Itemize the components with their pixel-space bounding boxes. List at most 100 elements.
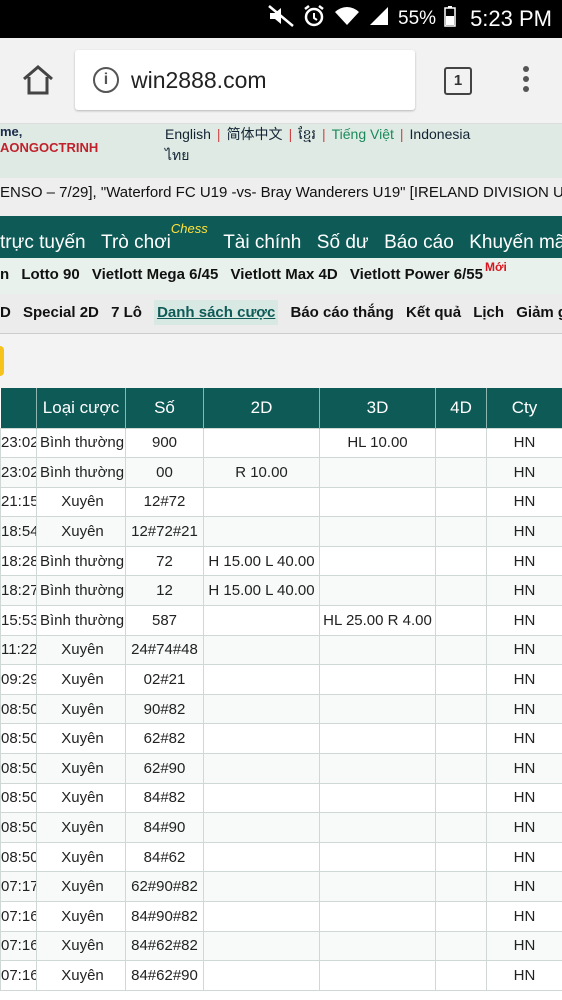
- bet-4d-cell: [435, 575, 487, 607]
- tab-switcher-button[interactable]: 1: [444, 67, 472, 95]
- bet-type-cell: Xuyên: [36, 901, 126, 932]
- bet-4d-cell: [435, 634, 487, 666]
- nav-reports[interactable]: Báo cáo: [384, 232, 454, 253]
- bet-type-cell: Bình thường: [36, 575, 126, 607]
- subnav2-win-report[interactable]: Báo cáo thắng: [291, 304, 394, 321]
- bet-4d-cell: [435, 841, 487, 873]
- lang-khmer[interactable]: ខ្មែរ: [298, 126, 316, 142]
- subnav2-bet-list[interactable]: Danh sách cược: [154, 300, 279, 325]
- lang-chinese[interactable]: 简体中文: [227, 126, 283, 142]
- time-cell: 18:28: [0, 545, 37, 577]
- signal-icon: [368, 5, 390, 33]
- android-status-bar: 55% 5:23 PM: [0, 0, 562, 38]
- lang-thai[interactable]: ไทย: [165, 147, 189, 163]
- subnav-lotto90[interactable]: Lotto 90: [21, 266, 79, 283]
- number-cell: 72: [125, 545, 204, 577]
- filter-button[interactable]: [0, 346, 4, 376]
- time-cell: 08:50: [0, 812, 37, 843]
- bet-3d-cell: [319, 516, 436, 547]
- number-cell: 90#82: [125, 693, 204, 725]
- number-cell: 24#74#48: [125, 634, 204, 666]
- bet-2d-cell: H 15.00 L 40.00: [203, 545, 320, 577]
- company-cell: HN: [486, 486, 562, 518]
- nav-finance[interactable]: Tài chính: [223, 232, 301, 253]
- subnav-item[interactable]: n: [0, 266, 9, 283]
- bet-4d-cell: [435, 782, 487, 814]
- bet-3d-cell: [319, 575, 436, 607]
- table-row: 23:02 Bình thường 900 HL 10.00 HN: [0, 427, 562, 459]
- lang-vietnamese[interactable]: Tiếng Việt: [332, 126, 394, 142]
- bet-2d-cell: R 10.00: [203, 457, 320, 488]
- url-text[interactable]: win2888.com: [131, 67, 267, 94]
- bet-type-cell: Xuyên: [36, 841, 126, 873]
- bet-4d-cell: [435, 693, 487, 725]
- subnav-max4d[interactable]: Vietlott Max 4D: [230, 266, 337, 283]
- table-row: 07:16 Xuyên 84#62#82 HN: [0, 930, 562, 962]
- subnav2-schedule[interactable]: Lịch: [473, 304, 504, 321]
- browser-toolbar: i win2888.com 1: [0, 38, 562, 124]
- new-badge: Mới: [485, 260, 507, 274]
- number-cell: 84#62#82: [125, 930, 204, 962]
- time-cell: 08:50: [0, 723, 37, 755]
- time-cell: 07:16: [0, 901, 37, 932]
- bet-type-cell: Bình thường: [36, 605, 126, 636]
- col-header-number: Số: [125, 388, 204, 428]
- bet-type-cell: Xuyên: [36, 930, 126, 962]
- bet-type-cell: Bình thường: [36, 457, 126, 488]
- nav-promotions[interactable]: Khuyến mã: [469, 232, 562, 253]
- subnav-power655[interactable]: Vietlott Power 6/55: [350, 266, 483, 283]
- bet-2d-cell: [203, 871, 320, 902]
- bet-type-cell: Xuyên: [36, 723, 126, 755]
- bet-2d-cell: [203, 753, 320, 784]
- company-cell: HN: [486, 723, 562, 755]
- bet-2d-cell: [203, 723, 320, 755]
- bet-subnav: D Special 2D 7 Lô Danh sách cược Báo cáo…: [0, 294, 562, 334]
- bet-3d-cell: [319, 457, 436, 488]
- bet-4d-cell: [435, 723, 487, 755]
- subnav2-special2d[interactable]: Special 2D: [23, 304, 99, 321]
- company-cell: HN: [486, 812, 562, 843]
- home-icon[interactable]: [20, 62, 56, 98]
- bet-3d-cell: [319, 693, 436, 725]
- number-cell: 84#82: [125, 782, 204, 814]
- bet-3d-cell: [319, 545, 436, 577]
- bet-4d-cell: [435, 545, 487, 577]
- lang-indonesia[interactable]: Indonesia: [410, 126, 471, 142]
- time-cell: 08:50: [0, 693, 37, 725]
- bet-2d-cell: [203, 486, 320, 518]
- company-cell: HN: [486, 930, 562, 962]
- number-cell: 02#21: [125, 664, 204, 695]
- company-cell: HN: [486, 545, 562, 577]
- lang-english[interactable]: English: [165, 126, 211, 142]
- col-header-3d: 3D: [319, 388, 436, 428]
- bet-4d-cell: [435, 871, 487, 902]
- subnav2-7lo[interactable]: 7 Lô: [111, 304, 142, 321]
- number-cell: 84#90: [125, 812, 204, 843]
- overflow-menu-icon[interactable]: [521, 66, 531, 96]
- nav-games[interactable]: Trò chơiChess: [101, 221, 208, 253]
- subnav2-results[interactable]: Kết quả: [406, 304, 461, 321]
- nav-balance[interactable]: Số dư: [317, 232, 369, 253]
- bet-3d-cell: [319, 930, 436, 962]
- site-header: me, AONGOCTRINH English | 简体中文 | ខ្មែរ | Tiếng…: [0, 124, 562, 178]
- company-cell: HN: [486, 634, 562, 666]
- bet-3d-cell: [319, 841, 436, 873]
- subnav2-discount[interactable]: Giảm g: [516, 304, 562, 321]
- table-row: 21:15 Xuyên 12#72 HN: [0, 486, 562, 518]
- company-cell: HN: [486, 664, 562, 695]
- bet-2d-cell: [203, 930, 320, 962]
- company-cell: HN: [486, 516, 562, 547]
- subnav2-item[interactable]: D: [0, 304, 11, 321]
- bet-4d-cell: [435, 516, 487, 547]
- subnav-mega645[interactable]: Vietlott Mega 6/45: [92, 266, 218, 283]
- address-bar[interactable]: i win2888.com: [75, 50, 415, 110]
- bet-4d-cell: [435, 930, 487, 962]
- nav-online[interactable]: trực tuyến: [0, 232, 86, 253]
- info-icon[interactable]: i: [93, 67, 119, 93]
- col-header-company: Cty: [486, 388, 562, 428]
- number-cell: 00: [125, 457, 204, 488]
- time-cell: 18:27: [0, 575, 37, 607]
- bet-3d-cell: HL 25.00 R 4.00: [319, 605, 436, 636]
- time-cell: 21:15: [0, 486, 37, 518]
- bet-3d-cell: [319, 723, 436, 755]
